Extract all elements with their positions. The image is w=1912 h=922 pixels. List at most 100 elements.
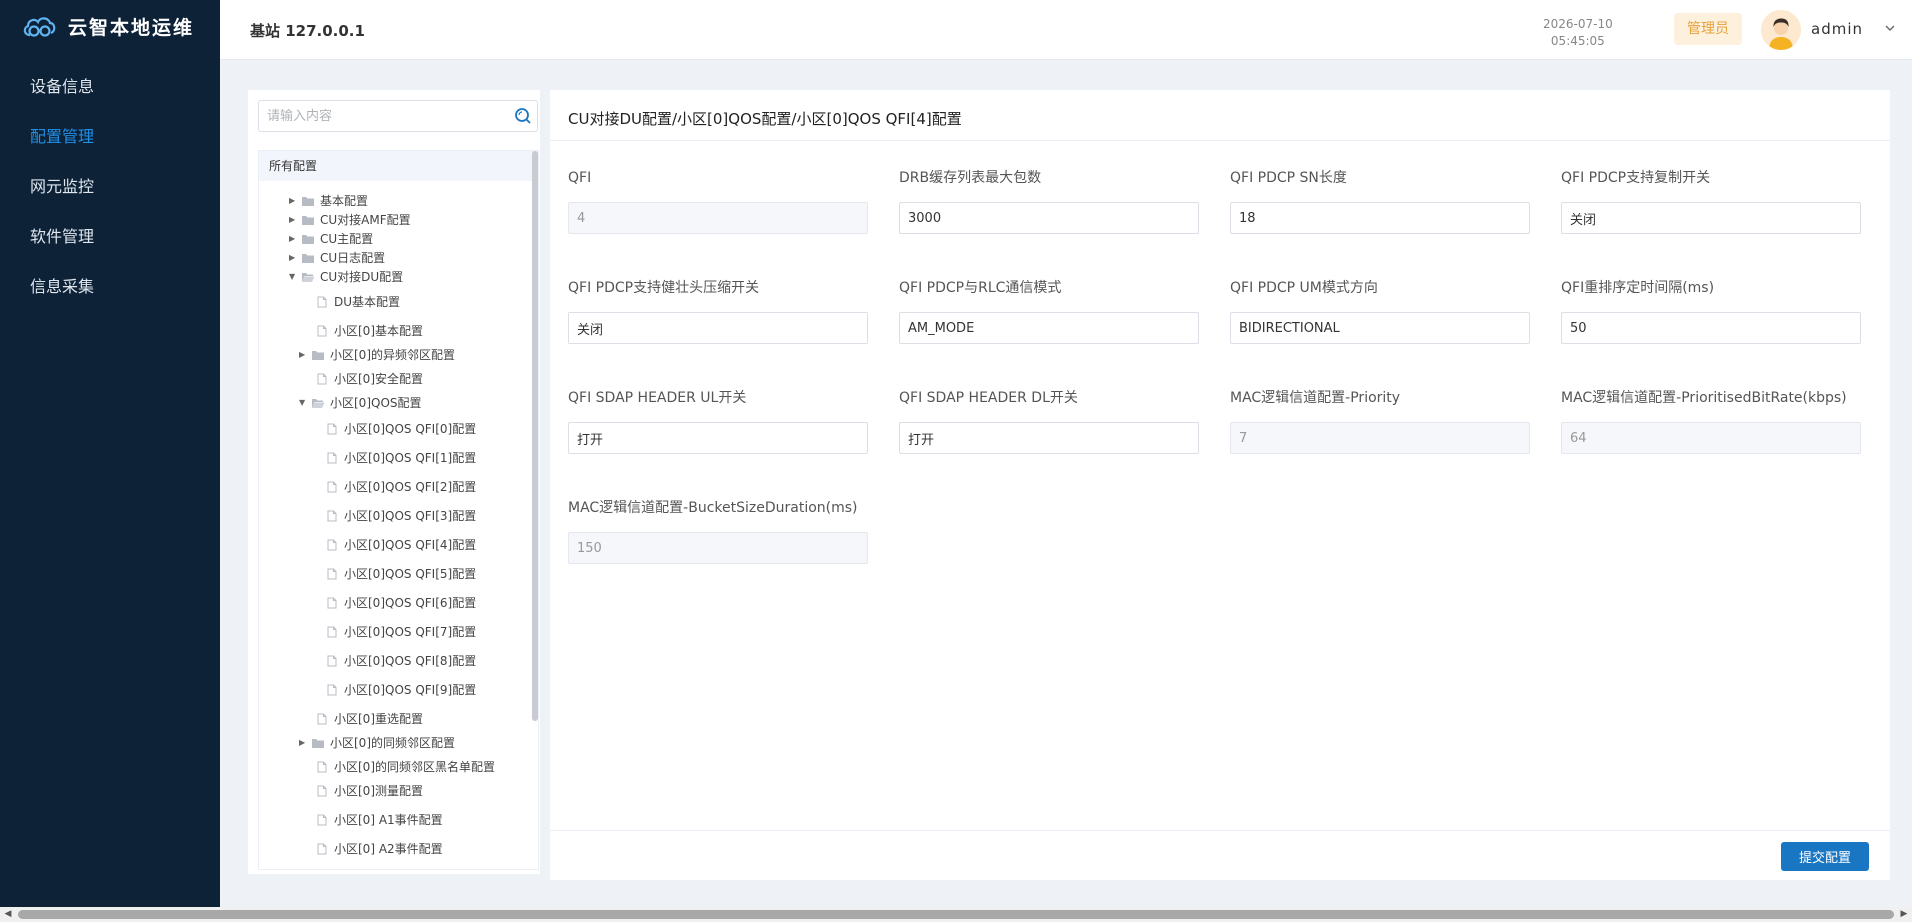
nav-item-device-info[interactable]: 设备信息 xyxy=(0,62,220,112)
config-field: QFI PDCP与RLC通信模式 xyxy=(899,278,1199,344)
field-label: QFI SDAP HEADER DL开关 xyxy=(899,390,1078,406)
tree-node[interactable]: 小区[0]QOS QFI[6]配置 xyxy=(327,593,476,613)
caret-right-icon[interactable]: ▶ xyxy=(289,248,301,268)
config-field: QFI PDCP UM模式方向 xyxy=(1230,278,1530,344)
station-title: 基站 127.0.0.1 xyxy=(250,22,365,40)
tree-node[interactable]: 小区[0]QOS QFI[7]配置 xyxy=(327,622,476,642)
tree-node[interactable]: ▶ 小区[0]的同频邻区配置 xyxy=(299,733,455,753)
folder-icon xyxy=(301,252,315,264)
document-icon xyxy=(327,655,337,667)
field-input[interactable] xyxy=(1230,312,1530,344)
tree-search-input[interactable] xyxy=(259,101,499,131)
tree-scrollbar[interactable] xyxy=(532,151,538,721)
field-input[interactable] xyxy=(568,422,868,454)
tree-node[interactable]: ▶ CU主配置 xyxy=(289,229,373,249)
tree-node-label: 小区[0]QOS QFI[5]配置 xyxy=(344,567,477,581)
tree-node[interactable]: 小区[0]重选配置 xyxy=(317,709,423,729)
tree-node[interactable]: 小区[0] A2事件配置 xyxy=(317,839,443,859)
tree-node[interactable]: 小区[0]基本配置 xyxy=(317,321,423,341)
tree-root[interactable]: 所有配置 xyxy=(259,151,538,181)
tree-node[interactable]: ▶ CU对接AMF配置 xyxy=(289,210,411,230)
caret-right-icon[interactable]: ▶ xyxy=(289,210,301,230)
field-input[interactable] xyxy=(1561,312,1861,344)
caret-right-icon[interactable]: ▶ xyxy=(299,345,311,365)
field-label: QFI PDCP支持健壮头压缩开关 xyxy=(568,280,760,296)
tree-node[interactable]: ▼ CU对接DU配置 xyxy=(289,267,403,287)
title-divider xyxy=(550,140,1890,141)
tree-node[interactable]: DU基本配置 xyxy=(317,292,400,312)
tree-node-label: 小区[0]重选配置 xyxy=(334,712,423,726)
page-horizontal-scrollbar[interactable]: ◀ ▶ xyxy=(0,907,1912,922)
caret-right-icon[interactable]: ▶ xyxy=(299,733,311,753)
nav-item-software-management[interactable]: 软件管理 xyxy=(0,212,220,262)
app-logo[interactable]: 云智本地运维 xyxy=(0,0,220,52)
role-badge: 管理员 xyxy=(1674,13,1742,45)
document-icon xyxy=(317,843,327,855)
config-field: QFI SDAP HEADER UL开关 xyxy=(568,388,868,454)
folder-icon xyxy=(301,214,315,226)
user-avatar[interactable] xyxy=(1761,10,1801,50)
search-icon[interactable] xyxy=(513,106,533,126)
tree-node[interactable]: 小区[0]测量配置 xyxy=(317,781,423,801)
field-input[interactable] xyxy=(568,312,868,344)
tree-node[interactable]: 小区[0]QOS QFI[9]配置 xyxy=(327,680,476,700)
field-input[interactable] xyxy=(899,202,1199,234)
field-input xyxy=(568,202,868,234)
scroll-left-arrow-icon[interactable]: ◀ xyxy=(2,909,14,920)
field-label: MAC逻辑信道配置-BucketSizeDuration(ms) xyxy=(568,500,858,516)
tree-node[interactable]: 小区[0]QOS QFI[1]配置 xyxy=(327,448,476,468)
field-input[interactable] xyxy=(899,312,1199,344)
tree-node[interactable]: ▼ 小区[0]QOS配置 xyxy=(299,393,422,413)
tree-node-label: 小区[0]安全配置 xyxy=(334,372,423,386)
scrollbar-thumb[interactable] xyxy=(18,910,1894,919)
field-label: QFI PDCP SN长度 xyxy=(1230,170,1347,186)
tree-node-label: 小区[0]测量配置 xyxy=(334,784,423,798)
config-field: MAC逻辑信道配置-Priority xyxy=(1230,388,1530,454)
tree-node[interactable]: 小区[0]安全配置 xyxy=(317,369,423,389)
tree-node[interactable]: 小区[0]QOS QFI[2]配置 xyxy=(327,477,476,497)
date-text: 2026-07-10 xyxy=(1543,17,1613,31)
document-icon xyxy=(327,684,337,696)
nav-item-ne-monitor[interactable]: 网元监控 xyxy=(0,162,220,212)
tree-node[interactable]: 小区[0]QOS QFI[3]配置 xyxy=(327,506,476,526)
tree-node-label: 小区[0]的异频邻区配置 xyxy=(330,348,455,362)
tree-node[interactable]: 小区[0] A1事件配置 xyxy=(317,810,443,830)
field-input[interactable] xyxy=(1230,202,1530,234)
document-icon xyxy=(317,373,327,385)
config-tree: 所有配置 ▶ 基本配置 ▶ CU对接AMF配置 ▶ CU主配置 ▶ CU日志配置 ▼ CU对接DU… xyxy=(258,150,539,870)
tree-node[interactable]: ▶ 小区[0]的异频邻区配置 xyxy=(299,345,455,365)
tree-node-label: 小区[0]QOS QFI[9]配置 xyxy=(344,683,477,697)
username[interactable]: admin xyxy=(1811,20,1863,38)
tree-node[interactable]: 小区[0]的同频邻区黑名单配置 xyxy=(317,757,495,777)
config-field: QFI PDCP支持健壮头压缩开关 xyxy=(568,278,868,344)
tree-node[interactable]: 小区[0]QOS QFI[4]配置 xyxy=(327,535,476,555)
tree-node-label: 小区[0]的同频邻区配置 xyxy=(330,736,455,750)
field-input[interactable] xyxy=(1561,202,1861,234)
tree-node[interactable]: ▶ 基本配置 xyxy=(289,191,368,211)
field-input xyxy=(1561,422,1861,454)
caret-right-icon[interactable]: ▶ xyxy=(289,191,301,211)
nav-item-info-collection[interactable]: 信息采集 xyxy=(0,262,220,312)
tree-node-label: 小区[0]基本配置 xyxy=(334,324,423,338)
caret-down-icon[interactable]: ▼ xyxy=(289,267,301,287)
breadcrumb-title: CU对接DU配置/小区[0]QOS配置/小区[0]QOS QFI[4]配置 xyxy=(568,110,962,128)
tree-node-label: 小区[0]QOS QFI[0]配置 xyxy=(344,422,477,436)
chevron-down-icon[interactable] xyxy=(1884,22,1896,34)
nav-item-config-management[interactable]: 配置管理 xyxy=(0,112,220,162)
document-icon xyxy=(317,296,327,308)
caret-down-icon[interactable]: ▼ xyxy=(299,393,311,413)
document-icon xyxy=(327,510,337,522)
tree-node-label: 小区[0]的同频邻区黑名单配置 xyxy=(334,760,495,774)
tree-node[interactable]: 小区[0]QOS QFI[8]配置 xyxy=(327,651,476,671)
tree-node[interactable]: ▶ CU日志配置 xyxy=(289,248,385,268)
scroll-right-arrow-icon[interactable]: ▶ xyxy=(1898,909,1910,920)
field-input[interactable] xyxy=(899,422,1199,454)
document-icon xyxy=(327,568,337,580)
tree-node[interactable]: 小区[0]QOS QFI[0]配置 xyxy=(327,419,476,439)
tree-node-label: 小区[0]QOS QFI[8]配置 xyxy=(344,654,477,668)
tree-node[interactable]: 小区[0]QOS QFI[5]配置 xyxy=(327,564,476,584)
submit-config-button[interactable]: 提交配置 xyxy=(1781,842,1869,871)
caret-right-icon[interactable]: ▶ xyxy=(289,229,301,249)
avatar-icon xyxy=(1761,10,1801,50)
tree-node-label: 小区[0] A2事件配置 xyxy=(334,842,443,856)
